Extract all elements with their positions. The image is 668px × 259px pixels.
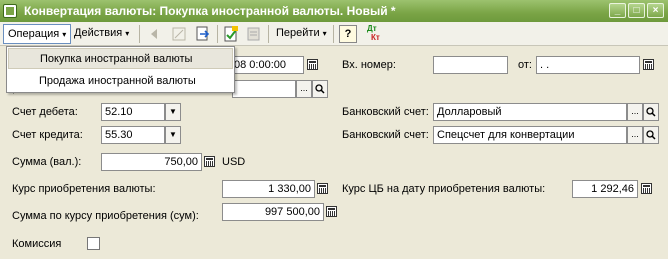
commission-checkbox[interactable] (87, 237, 100, 250)
app-icon (3, 4, 17, 18)
toolbar-separator (333, 25, 334, 43)
operation-dropdown-menu: Покупка иностранной валюты Продажа иност… (6, 46, 235, 93)
toolbar-separator (139, 25, 140, 43)
maximize-button[interactable]: □ (628, 3, 645, 18)
goto-menu-button[interactable]: Перейти ▾ (272, 24, 331, 44)
window-title: Конвертация валюты: Покупка иностранной … (24, 4, 396, 18)
operation-label: Операция (8, 28, 60, 40)
amount-calculator-button[interactable] (203, 153, 217, 171)
refresh-icon[interactable] (194, 25, 212, 43)
bank-account-input-1[interactable]: Долларовый (433, 103, 627, 121)
toolbar-separator (268, 25, 269, 43)
bank-account-1-select-button[interactable]: ... (627, 103, 643, 121)
cb-rate-calculator-button[interactable] (640, 180, 654, 198)
credit-account-label: Счет кредита: (12, 129, 83, 141)
chevron-down-icon: ▾ (62, 30, 67, 39)
calculator-icon (317, 183, 328, 194)
goto-label: Перейти (276, 27, 320, 39)
operation-menu-button[interactable]: Операция ▾ (3, 24, 72, 44)
menu-item-sell-currency[interactable]: Продажа иностранной валюты (8, 71, 233, 92)
amount-label: Сумма (вал.): (12, 156, 82, 168)
credit-account-input[interactable]: 55.30 (101, 126, 165, 144)
amount-purchase-label: Сумма по курсу приобретения (сум): (12, 210, 199, 222)
toolbar-separator (217, 25, 218, 43)
calculator-icon (204, 156, 215, 167)
debit-account-dropdown[interactable]: ▼ (165, 103, 181, 121)
purchase-rate-label: Курс приобретения валюты: (12, 183, 156, 195)
print-icon[interactable] (245, 25, 263, 43)
incoming-number-label: Вх. номер: (342, 59, 396, 71)
minimize-button[interactable]: _ (609, 3, 626, 18)
from-date-calendar-button[interactable] (642, 56, 656, 74)
edit-icon[interactable] (170, 25, 188, 43)
currency-label: USD (222, 156, 246, 168)
purchase-rate-input[interactable]: 1 330,00 (222, 180, 315, 198)
dtkt-icon-bottom: Кт (371, 33, 380, 42)
search-icon (646, 130, 656, 140)
bank-account-label-2: Банковский счет: (342, 129, 429, 141)
calendar-icon (643, 59, 654, 70)
window-titlebar: Конвертация валюты: Покупка иностранной … (0, 0, 668, 22)
close-button[interactable]: × (647, 3, 664, 18)
post-document-icon[interactable] (222, 25, 240, 43)
cb-rate-input[interactable]: 1 292,46 (572, 180, 638, 198)
chevron-down-icon: ▾ (322, 29, 327, 38)
calendar-icon (307, 59, 318, 70)
organization-input[interactable] (232, 80, 296, 98)
bank-account-input-2[interactable]: Спецсчет для конвертации (433, 126, 627, 144)
commission-label: Комиссия (12, 238, 62, 250)
search-icon (646, 107, 656, 117)
amount-purchase-calculator-button[interactable] (325, 203, 339, 221)
amount-purchase-input[interactable]: 997 500,00 (222, 203, 324, 221)
menu-item-buy-currency[interactable]: Покупка иностранной валюты (8, 48, 233, 69)
from-label: от: (518, 59, 532, 71)
bank-account-label-1: Банковский счет: (342, 106, 429, 118)
actions-label: Действия (74, 27, 123, 39)
toolbar: Операция ▾ Действия ▾ Перейти ▾ ? Дт Кт (0, 22, 668, 46)
incoming-number-input[interactable] (433, 56, 508, 74)
organization-search-button[interactable] (312, 80, 328, 98)
bank-account-1-search-button[interactable] (643, 103, 659, 121)
calculator-icon (326, 206, 337, 217)
search-icon (315, 84, 325, 94)
cb-rate-label: Курс ЦБ на дату приобретения валюты: (342, 183, 546, 195)
date-calendar-button[interactable] (306, 56, 320, 74)
chevron-down-icon: ▾ (125, 29, 130, 38)
calculator-icon (641, 183, 652, 194)
purchase-rate-calculator-button[interactable] (316, 180, 330, 198)
help-button[interactable]: ? (339, 25, 357, 43)
from-date-input[interactable]: . . (536, 56, 640, 74)
back-icon[interactable] (146, 25, 164, 43)
debit-account-input[interactable]: 52.10 (101, 103, 165, 121)
bank-account-2-select-button[interactable]: ... (627, 126, 643, 144)
dtkt-icon-top: Дт (367, 24, 377, 33)
dtkt-button[interactable]: Дт Кт (364, 24, 384, 44)
credit-account-dropdown[interactable]: ▼ (165, 126, 181, 144)
date-field[interactable]: 08 0:00:00 (232, 56, 304, 74)
actions-menu-button[interactable]: Действия ▾ (70, 24, 133, 44)
organization-select-button[interactable]: ... (296, 80, 312, 98)
bank-account-2-search-button[interactable] (643, 126, 659, 144)
debit-account-label: Счет дебета: (12, 106, 78, 118)
amount-input[interactable]: 750,00 (101, 153, 202, 171)
